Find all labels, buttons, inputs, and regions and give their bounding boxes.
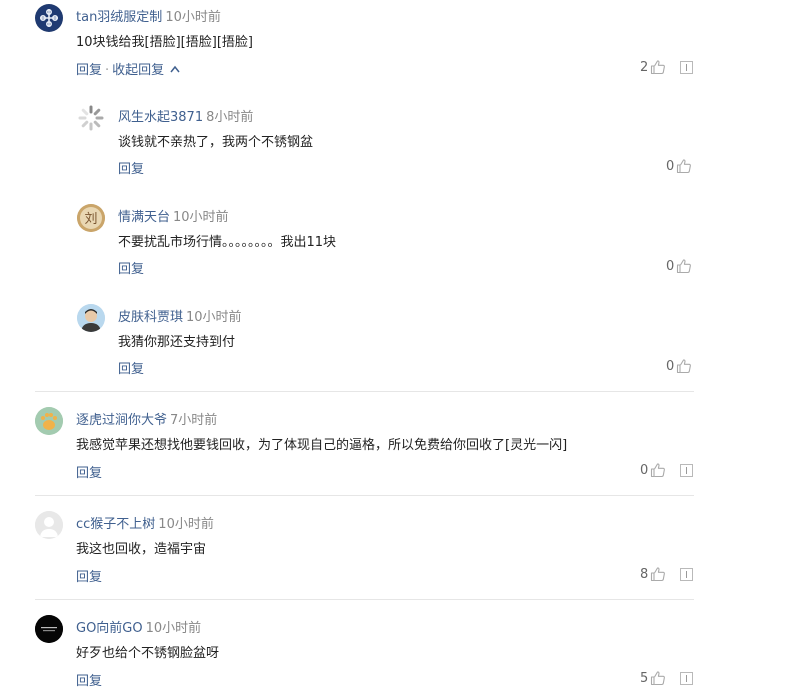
collapse-replies-button[interactable]: 收起回复 — [112, 63, 164, 78]
like-button[interactable]: 2 — [640, 59, 666, 75]
thumbs-up-icon — [677, 359, 692, 374]
report-icon[interactable] — [680, 672, 693, 685]
thumbs-up-icon — [651, 567, 666, 582]
reply-actions: 回复 · 收起回复 — [76, 59, 180, 78]
reply-button[interactable]: 回复 — [118, 258, 144, 277]
avatar[interactable] — [35, 4, 63, 32]
comment-time: 10小时前 — [165, 10, 221, 25]
reply-button[interactable]: 回复 — [76, 63, 102, 78]
default-avatar-icon — [35, 511, 63, 539]
author-name[interactable]: 皮肤科贾琪 — [118, 310, 183, 325]
comment-text: 不要扰乱市场行情。。。。。。。。我出11块 — [118, 235, 337, 250]
reply-button[interactable]: 回复 — [76, 566, 102, 585]
person-avatar-icon — [77, 304, 105, 332]
comment-text: 我这也回收，造福宇宙 — [76, 542, 207, 557]
thumbs-up-icon — [651, 671, 666, 686]
like-count: 2 — [640, 59, 649, 75]
like-button[interactable]: 0 — [666, 258, 692, 274]
comment-text: 谈钱就不亲热了，我两个不锈钢盆 — [118, 135, 314, 150]
like-count: 0 — [640, 462, 649, 478]
comment-author[interactable]: 风生水起3871 8小时前 — [118, 106, 253, 125]
comment-text: 10块钱给我[捂脸][捂脸][捂脸] — [76, 35, 253, 50]
like-button[interactable]: 0 — [640, 462, 666, 478]
divider — [35, 599, 694, 600]
avatar[interactable]: 刘 — [77, 204, 105, 232]
avatar-initial: 刘 — [77, 204, 105, 232]
reply-button[interactable]: 回复 — [76, 462, 102, 481]
reply-button[interactable]: 回复 — [76, 670, 102, 689]
comment-author[interactable]: tan羽绒服定制 10小时前 — [76, 6, 221, 25]
comment-author[interactable]: 情满天台 10小时前 — [118, 206, 229, 225]
like-button[interactable]: 5 — [640, 670, 666, 686]
paw-avatar-icon — [35, 407, 63, 435]
thumbs-up-icon — [651, 60, 666, 75]
reply-button[interactable]: 回复 — [118, 158, 144, 177]
report-icon[interactable] — [680, 464, 693, 477]
report-icon[interactable] — [680, 568, 693, 581]
separator-dot: · — [105, 63, 110, 78]
author-name[interactable]: tan羽绒服定制 — [76, 10, 162, 25]
like-button[interactable]: 8 — [640, 566, 666, 582]
thumbs-up-icon — [677, 159, 692, 174]
chevron-up-icon[interactable] — [170, 65, 180, 73]
author-name[interactable]: 情满天台 — [118, 210, 170, 225]
avatar[interactable] — [77, 304, 105, 332]
divider — [35, 391, 694, 392]
like-button[interactable]: 0 — [666, 158, 692, 174]
comment-time: 10小时前 — [173, 210, 229, 225]
thumbs-up-icon — [677, 259, 692, 274]
divider — [35, 495, 694, 496]
avatar[interactable] — [35, 511, 63, 539]
comment-text: 好歹也给个不锈钢脸盆呀 — [76, 646, 220, 661]
comment-time: 10小时前 — [145, 621, 202, 636]
dark-avatar-icon — [35, 615, 63, 643]
comment-author[interactable]: 皮肤科贾琪 10小时前 — [118, 306, 242, 325]
reply-button[interactable]: 回复 — [118, 358, 144, 377]
like-count: 8 — [640, 566, 649, 582]
comment-time: 10小时前 — [186, 310, 242, 325]
like-count: 0 — [666, 158, 675, 174]
like-count: 5 — [640, 670, 649, 686]
author-name[interactable]: GO向前GO — [76, 621, 143, 636]
comment-time: 10小时前 — [158, 517, 214, 532]
comment-author[interactable]: GO向前GO 10小时前 — [76, 617, 201, 636]
comment-author[interactable]: 逐虎过涧你大爷 7小时前 — [76, 409, 217, 428]
comment-text: 我猜你那还支持到付 — [118, 335, 236, 350]
author-name[interactable]: 逐虎过涧你大爷 — [76, 413, 167, 428]
author-name[interactable]: 风生水起3871 — [118, 110, 203, 125]
loading-spinner-icon — [78, 105, 104, 131]
comment-time: 7小时前 — [170, 413, 218, 428]
comment-time: 8小时前 — [206, 110, 254, 125]
like-count: 0 — [666, 358, 675, 374]
comment-author[interactable]: cc猴子不上树 10小时前 — [76, 513, 214, 532]
avatar[interactable] — [35, 407, 63, 435]
avatar-char: 刘 — [84, 212, 97, 227]
avatar-emblem-icon — [36, 5, 62, 31]
comment-text: 我感觉苹果还想找他要钱回收，为了体现自己的逼格，所以免费给你回收了[灵光一闪] — [76, 438, 568, 453]
avatar[interactable] — [35, 615, 63, 643]
report-icon[interactable] — [680, 61, 693, 74]
thumbs-up-icon — [651, 463, 666, 478]
like-count: 0 — [666, 258, 675, 274]
author-name[interactable]: cc猴子不上树 — [76, 517, 155, 532]
avatar[interactable] — [77, 104, 105, 132]
like-button[interactable]: 0 — [666, 358, 692, 374]
